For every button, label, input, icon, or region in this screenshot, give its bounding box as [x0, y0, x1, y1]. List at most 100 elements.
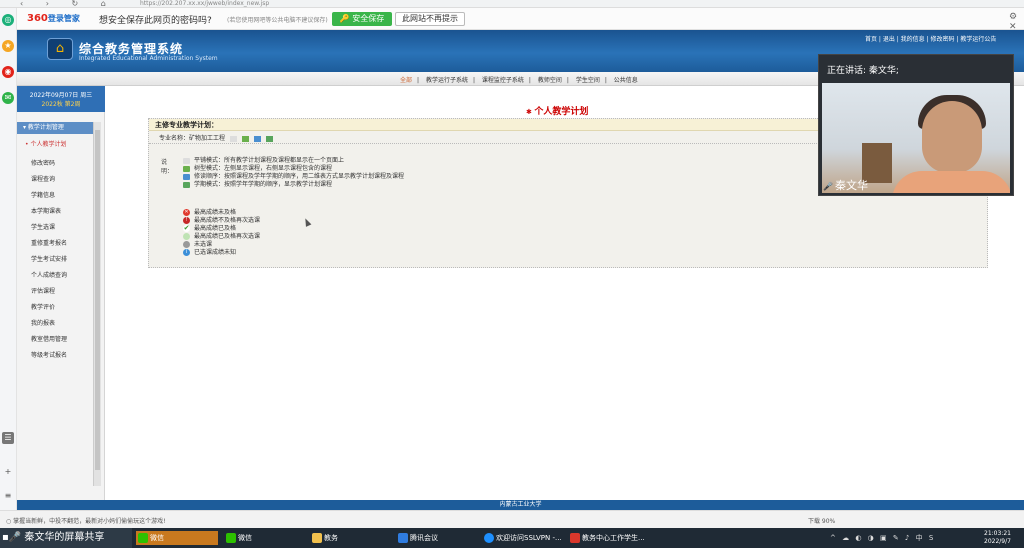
alert-icon: ! [183, 217, 190, 224]
sidebar-item[interactable]: 等级考试报名 [31, 352, 67, 368]
sidebar-item[interactable]: 教学评价 [31, 304, 67, 320]
weibo-icon[interactable]: ◉ [2, 66, 14, 78]
sidebar-item[interactable]: 课程查询 [31, 176, 67, 192]
menu-item-monitor[interactable]: 课程监控子系统 [482, 77, 524, 84]
menu-icon[interactable]: ≡ [2, 490, 14, 502]
header-links[interactable]: 首页 | 退出 | 我的信息 | 修改密码 | 教学运行公告 [865, 34, 996, 43]
sidebar-item[interactable]: 学生选课 [31, 224, 67, 240]
status-right-tools[interactable]: 下载 90% [808, 516, 835, 525]
page-title: 个人教学计划 [526, 104, 588, 117]
sidebar-item-personal-plan[interactable]: • 个人教学计划 [25, 139, 66, 148]
legend-mode-order: 修读顺序：按照课程及学年学期的顺序，用二维表方式显示教学计划课程及课程 [183, 173, 404, 181]
close-icon[interactable]: ⚙ ✕ [1009, 12, 1024, 32]
sidebar-item[interactable]: 本学期课表 [31, 208, 67, 224]
system-clock[interactable]: 21:03:21 2022/9/7 [984, 530, 1011, 546]
mail-icon[interactable]: ✉ [2, 92, 14, 104]
tree-mode-icon [183, 165, 190, 172]
participant-body [892, 171, 1010, 193]
add-icon[interactable]: + [2, 466, 14, 478]
brand-360: 360登录管家 [27, 13, 80, 24]
tencent-meeting-icon [398, 533, 408, 543]
menu-item-teaching[interactable]: 教学运行子系统 [426, 77, 468, 84]
status-not-selected: 未选课 [183, 241, 212, 249]
sidebar-item[interactable]: 教室借用管理 [31, 336, 67, 352]
browser-home-icon[interactable]: ◎ [2, 14, 14, 26]
left-sidebar: 2022年09月07日 周三 2022秋 第2周 ▾ 教学计划管理 • 个人教学… [17, 86, 105, 500]
term-mode-icon[interactable] [265, 135, 273, 142]
status-failed: ✕ 最高成绩未及格 [183, 209, 237, 216]
current-term: 2022秋 第2周 [41, 101, 81, 108]
sidebar-scrollbar[interactable] [93, 122, 101, 486]
taskbar-app-folder[interactable]: 教务 [310, 531, 390, 545]
speaking-indicator: 正在讲话: 秦文华; [827, 66, 899, 76]
menu-item-public-info[interactable]: 公共信息 [614, 77, 638, 84]
browser-nav-buttons[interactable]: ‹ › ↻ ⌂ [20, 0, 116, 8]
page-footer: 内蒙古工业大学 [17, 500, 1024, 510]
legend-mode-tile: 平铺模式：所有教学计划课程及课程都显示在一个页面上 [183, 157, 344, 165]
wechat-icon [138, 533, 148, 543]
taskbar-app-wps[interactable]: 教务中心工作学生... [568, 531, 658, 545]
sidebar-list: 修改密码 课程查询 学籍信息 本学期课表 学生选课 重修重考报名 学生考试安排 … [31, 160, 67, 368]
password-save-bar: 360登录管家 想安全保存此网页的密码吗? (若您使用网吧等公共电脑不建议保存)… [17, 8, 1024, 32]
system-logo-icon: ⌂ [47, 38, 73, 60]
date-panel: 2022年09月07日 周三 2022秋 第2周 [17, 86, 105, 112]
status-passed: ✔ 最高成绩已及格 [183, 224, 237, 232]
address-bar[interactable]: https://202.207.xx.xx/jwweb/index_new.js… [140, 0, 540, 8]
save-password-question: 想安全保存此网页的密码吗? [99, 16, 212, 26]
sidebar-item[interactable]: 重修重考报名 [31, 240, 67, 256]
never-prompt-button[interactable]: 此网站不再提示 [395, 12, 465, 26]
browser-toolbar: ‹ › ↻ ⌂ https://202.207.xx.xx/jwweb/inde… [0, 0, 1024, 8]
sidebar-group-plan[interactable]: ▾ 教学计划管理 [17, 122, 93, 134]
browser-side-rail: ◎ ★ ◉ ✉ ☰ + ≡ [0, 8, 17, 528]
taskbar-app-wechat-2[interactable]: 微信 [224, 531, 304, 545]
sidebar-item[interactable]: 修改密码 [31, 160, 67, 176]
major-row: 专业名称：矿物加工工程 [159, 133, 273, 142]
wechat-icon [226, 533, 236, 543]
status-unknown: i 已选课成绩未知 [183, 249, 236, 257]
save-password-tip: (若您使用网吧等公共电脑不建议保存) [227, 17, 328, 24]
sidebar-item[interactable]: 评估课程 [31, 288, 67, 304]
order-mode-icon[interactable] [253, 135, 261, 142]
check-icon: ✔ [183, 224, 190, 232]
screen-share-label[interactable]: ▪🎤 秦文华的屏幕共享 [0, 528, 132, 548]
scrollbar-thumb[interactable] [95, 130, 100, 470]
menu-item-student-space[interactable]: 学生空间 [576, 77, 600, 84]
current-date: 2022年09月07日 周三 [29, 92, 93, 99]
legend-label: 说明： [161, 159, 174, 175]
browser-statusbar: ○ 掌握当新鲜，中投不翻范，最新对小妈们偷偷玩这个游戏! 下载 90% [0, 510, 1024, 528]
sidebar-list-icon[interactable]: ☰ [2, 432, 14, 444]
ie-browser-icon [484, 533, 494, 543]
tree-mode-icon[interactable] [241, 135, 249, 142]
order-mode-icon [183, 173, 190, 180]
video-call-overlay[interactable]: 正在讲话: 秦文华; 秦文华 [818, 54, 1014, 196]
status-passed-reselect: 最高成绩已及格再次选课 [183, 233, 260, 241]
taskbar-app-wechat[interactable]: 微信 [136, 531, 218, 545]
info-icon: i [183, 249, 190, 256]
menu-item-teacher-space[interactable]: 教师空间 [538, 77, 562, 84]
sidebar-item[interactable]: 我的报表 [31, 320, 67, 336]
windows-taskbar: ▪🎤 秦文华的屏幕共享 微信 微信 教务 腾讯会议 欢迎访问SSLVPN -..… [0, 528, 1024, 548]
term-mode-icon [183, 181, 190, 188]
tile-mode-icon[interactable] [229, 135, 237, 142]
sidebar-item[interactable]: 个人成绩查询 [31, 272, 67, 288]
menu-item-all[interactable]: 全部 [400, 77, 412, 84]
system-tray[interactable]: ^ ☁ ◐ ◑ ▣ ✎ ♪ 中 S [830, 533, 935, 543]
folder-icon [312, 533, 322, 543]
taskbar-app-tencent-meeting[interactable]: 腾讯会议 [396, 531, 476, 545]
wps-icon [570, 533, 580, 543]
menu-items: 全部 | 教学运行子系统 | 课程监控子系统 | 教师空间 | 学生空间 | 公共信息 [400, 77, 638, 84]
pencil-icon [183, 241, 190, 248]
participant-name: 秦文华 [823, 177, 868, 193]
safe-save-button[interactable]: 🔑 安全保存 [332, 12, 392, 26]
sidebar-item[interactable]: 学生考试安排 [31, 256, 67, 272]
participant-face [922, 101, 982, 173]
major-name: 专业名称：矿物加工工程 [159, 135, 226, 142]
sidebar-item[interactable]: 学籍信息 [31, 192, 67, 208]
legend-mode-term: 学期模式：按照学年学期的顺序，显示教学计划课程 [183, 181, 332, 189]
legend-mode-tree: 树型模式：左侧显示课程，右侧显示课程包含的课程 [183, 165, 332, 173]
taskbar-app-browser[interactable]: 欢迎访问SSLVPN -... [482, 531, 564, 545]
status-message[interactable]: ○ 掌握当新鲜，中投不翻范，最新对小妈们偷偷玩这个游戏! [6, 516, 166, 525]
favorites-star-icon[interactable]: ★ [2, 40, 14, 52]
status-failed-reselect: ! 最高成绩不及格再次选课 [183, 217, 260, 225]
circle-check-icon [183, 233, 190, 240]
